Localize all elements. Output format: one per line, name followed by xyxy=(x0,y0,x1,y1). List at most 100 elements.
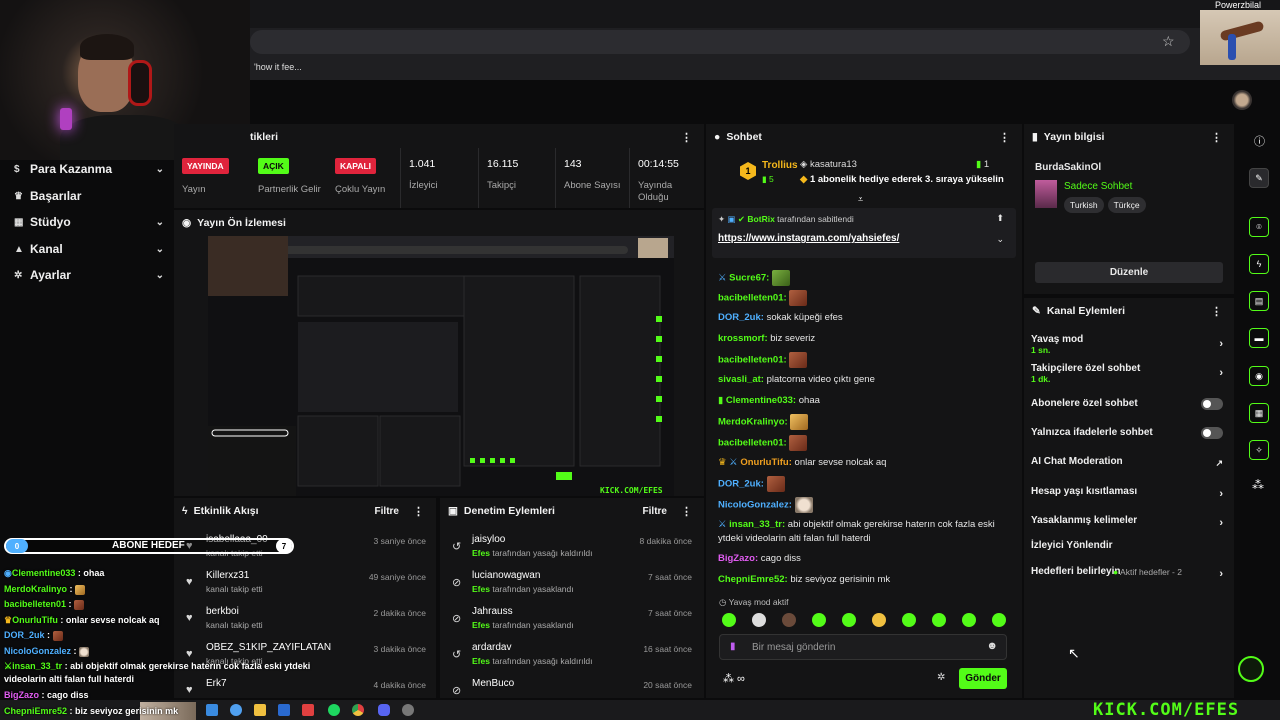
extensions-icon[interactable]: ⁂ xyxy=(1252,478,1264,492)
filter-button[interactable]: Filtre xyxy=(643,506,667,517)
more-icon[interactable]: ⋮ xyxy=(681,505,692,518)
action-subscribers-only[interactable]: Abonelere özel sohbet xyxy=(1031,398,1227,410)
stat-subscribers: 143 Abone Sayısı xyxy=(555,148,629,208)
discord-icon[interactable] xyxy=(378,704,390,716)
moderation-row: ⊘ lucianowagwan Efes tarafından yasaklandı… xyxy=(452,570,692,594)
points-icon[interactable]: ⁂ ∞ xyxy=(723,672,745,685)
panel-title: tikleri xyxy=(250,131,279,143)
bolt-icon[interactable]: ϟ xyxy=(1249,254,1269,274)
emote-quick[interactable] xyxy=(752,613,766,627)
info-icon[interactable]: ⓘ xyxy=(1254,133,1265,149)
chevron-down-icon[interactable]: ⌄ xyxy=(996,234,1004,245)
chat-bubble-icon[interactable]: ▬ xyxy=(1249,328,1269,348)
toggle-switch[interactable] xyxy=(1201,427,1223,439)
category-link[interactable]: Sadece Sohbet xyxy=(1064,181,1132,192)
sidebar-item-settings[interactable]: ✲ Ayarlar ⌄ xyxy=(14,265,164,285)
stat-followers: 16.115 Takipçi xyxy=(478,148,554,208)
action-banned-words[interactable]: Yasaklanmış kelimeler › xyxy=(1031,515,1227,529)
app-icon[interactable] xyxy=(302,704,314,716)
broadcast-icon[interactable]: ◉ xyxy=(1249,366,1269,386)
overlay-chat-line: DOR_2uk : xyxy=(4,630,63,641)
explorer-icon[interactable] xyxy=(254,704,266,716)
action-host[interactable]: İzleyici Yönlendir xyxy=(1031,540,1227,551)
toggle-switch[interactable] xyxy=(1201,398,1223,410)
gift-leader-name[interactable]: Trollius xyxy=(762,160,798,171)
chat-input[interactable]: ▮ Bir mesaj gönderin ☻ xyxy=(719,634,1007,660)
stat-viewers: 1.041 İzleyici xyxy=(400,148,476,208)
filter-button[interactable]: Filtre xyxy=(375,506,399,517)
emote-quick[interactable] xyxy=(932,613,946,627)
mod-badge-icon: ⚔ xyxy=(729,457,738,468)
gift-badge-icon: ▮ xyxy=(718,395,724,406)
pinned-link[interactable]: https://www.instagram.com/yahsiefes/ xyxy=(718,233,899,244)
emoji-icon[interactable]: ☻ xyxy=(986,640,998,652)
eye-icon: ◉ xyxy=(182,217,192,229)
more-icon[interactable]: ⋮ xyxy=(1211,305,1222,318)
overlay-chat-line: BigZazo : cago diss xyxy=(4,690,89,700)
emote-quick[interactable] xyxy=(872,613,886,627)
external-link-icon: ↗ xyxy=(1215,458,1223,468)
sidebar-item-channel[interactable]: ▲ Kanal ⌄ xyxy=(14,239,164,259)
more-icon[interactable]: ⋮ xyxy=(999,131,1010,144)
edit-button[interactable]: Düzenle xyxy=(1035,262,1223,283)
camera-icon[interactable]: ⌾ xyxy=(1249,217,1269,237)
stat-live: YAYINDA Yayın xyxy=(174,148,250,208)
sidebar-item-achievements[interactable]: ♛ Başarılar xyxy=(14,186,164,206)
action-followers-only[interactable]: Takipçilere özel sohbet 1 dk. › xyxy=(1031,363,1227,384)
action-account-age[interactable]: Hesap yaşı kısıtlaması › xyxy=(1031,486,1227,500)
sidebar-item-monetization[interactable]: $ Para Kazanma ⌄ xyxy=(14,159,164,179)
emote-quick[interactable] xyxy=(722,613,736,627)
unpin-icon[interactable]: ⬆ xyxy=(996,213,1004,224)
category-thumbnail[interactable] xyxy=(1035,180,1057,208)
emote-quick[interactable] xyxy=(782,613,796,627)
send-button[interactable]: Gönder xyxy=(959,668,1007,689)
spotify-icon[interactable] xyxy=(328,704,340,716)
more-icon[interactable]: ⋮ xyxy=(413,505,424,518)
edge-icon[interactable] xyxy=(230,704,242,716)
document-icon[interactable]: ▤ xyxy=(1249,291,1269,311)
panel-title: Kanal Eylemleri xyxy=(1046,305,1126,317)
stream-preview-video[interactable]: KICK.COM/EFES xyxy=(208,236,674,496)
panel-title: Yayın Ön İzlemesi xyxy=(197,217,286,229)
chat-settings-icon[interactable]: ✲ xyxy=(937,672,945,683)
obs-icon[interactable] xyxy=(402,704,414,716)
moderation-panel: ▣ Denetim Eylemleri Filtre ⋮ ↺ jaisyloo Efes … xyxy=(440,498,704,698)
action-ai-moderation[interactable]: AI Chat Moderation ↗ xyxy=(1031,456,1227,468)
wrench-icon[interactable]: ✧ xyxy=(1249,440,1269,460)
tag-item[interactable]: Türkçe xyxy=(1107,197,1146,213)
bookmark-item[interactable]: 'how it fee... xyxy=(254,62,302,72)
chat-message: BigZazo: cago diss xyxy=(718,553,801,564)
address-bar[interactable] xyxy=(250,30,1190,54)
tag-item[interactable]: Turkish xyxy=(1064,197,1104,213)
expand-icon[interactable]: ⩡ xyxy=(858,194,863,205)
action-goals[interactable]: Hedefleri belirleyin ● Aktif hedefler - 2… xyxy=(1031,566,1227,580)
gift-count: ▮ 1 xyxy=(976,159,990,170)
bookmark-star-icon[interactable]: ☆ xyxy=(1162,33,1175,50)
bolt-icon: ϟ xyxy=(182,505,188,517)
more-icon[interactable]: ⋮ xyxy=(681,131,692,144)
sidebar-item-studio[interactable]: ▦ Stüdyo ⌄ xyxy=(14,212,164,232)
more-icon[interactable]: ⋮ xyxy=(1211,131,1222,144)
emote-quick[interactable] xyxy=(842,613,856,627)
emote-quick[interactable] xyxy=(962,613,976,627)
emote-quick[interactable] xyxy=(812,613,826,627)
layout-icon[interactable]: ▦ xyxy=(1249,403,1269,423)
chat-message: ChepniEmre52: biz seviyoz gerisinin mk xyxy=(718,574,891,585)
chrome-icon[interactable] xyxy=(352,704,364,716)
chat-message: ⚔ insan_33_tr: abi objektif olmak gereki… xyxy=(718,519,995,544)
dollar-icon: $ xyxy=(14,163,20,175)
action-emote-only[interactable]: Yalnızca ifadelerle sohbet xyxy=(1031,427,1227,439)
outlook-icon[interactable] xyxy=(278,704,290,716)
status-badge: YAYINDA xyxy=(182,158,229,174)
windows-icon[interactable] xyxy=(206,704,218,716)
chat-message: krossmorf: biz severiz xyxy=(718,333,816,344)
user-avatar[interactable] xyxy=(1232,90,1252,110)
action-slow-mode[interactable]: Yavaş mod 1 sn. › xyxy=(1031,334,1227,355)
edit-icon[interactable]: ✎ xyxy=(1249,168,1269,188)
stat-partner: AÇIK Partnerlik Gelir xyxy=(250,148,327,208)
emote-quick[interactable] xyxy=(992,613,1006,627)
chat-message: MerdoKralinyo: xyxy=(718,414,1014,430)
status-badge: AÇIK xyxy=(258,158,289,174)
heart-icon: ♥ xyxy=(186,648,193,660)
emote-quick[interactable] xyxy=(902,613,916,627)
